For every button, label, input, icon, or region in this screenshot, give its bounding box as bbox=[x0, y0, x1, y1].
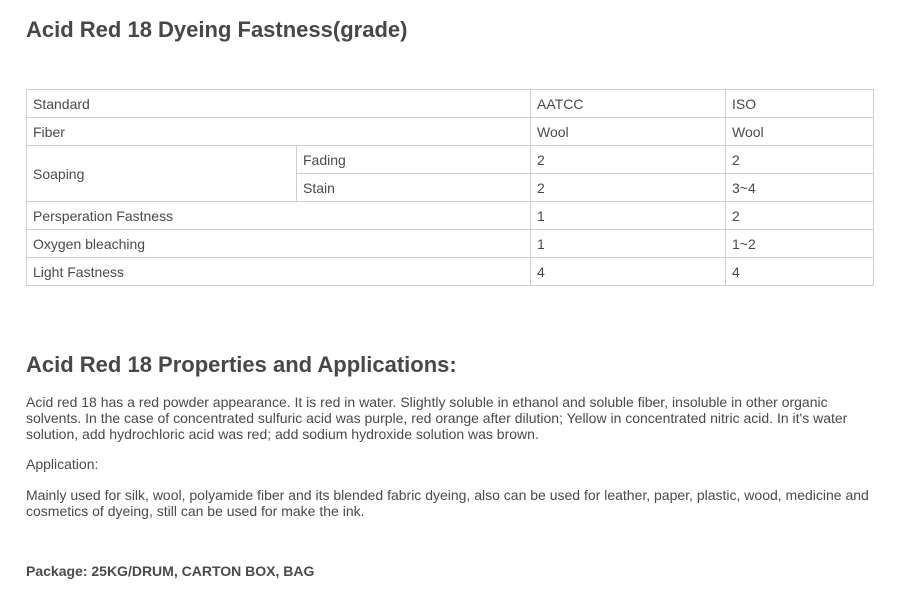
cell-oxygen-label: Oxygen bleaching bbox=[25, 229, 532, 258]
application-label: Application: bbox=[26, 456, 99, 472]
cell-soaping-label: Soaping bbox=[26, 145, 297, 202]
cell-light-label: Light Fastness bbox=[25, 257, 532, 286]
cell-fading-iso: 2 bbox=[725, 145, 875, 174]
table-row-perspiration: Persperation Fastness 1 2 bbox=[25, 201, 875, 230]
table-row-soaping-fading: Soaping Fading 2 2 bbox=[26, 145, 875, 202]
cell-stain-iso: 3~4 bbox=[725, 173, 875, 202]
properties-title: Acid Red 18 Properties and Applications: bbox=[26, 352, 457, 377]
cell-fiber-aatcc: Wool bbox=[530, 117, 727, 146]
cell-fading-aatcc: 2 bbox=[530, 145, 727, 174]
cell-perspiration-label: Persperation Fastness bbox=[25, 201, 532, 230]
fastness-title: Acid Red 18 Dyeing Fastness(grade) bbox=[26, 17, 408, 42]
cell-stain-label: Stain bbox=[295, 173, 532, 202]
cell-oxygen-iso: 1~2 bbox=[725, 229, 875, 258]
table-row-oxygen: Oxygen bleaching 1 1~2 bbox=[25, 229, 875, 258]
cell-fiber-label: Fiber bbox=[25, 117, 532, 146]
fastness-table: Standard AATCC ISO Fiber Wool Wool Soapi… bbox=[25, 89, 875, 286]
application-text: Mainly used for silk, wool, polyamide fi… bbox=[26, 487, 869, 519]
cell-perspiration-aatcc: 1 bbox=[530, 201, 727, 230]
cell-light-iso: 4 bbox=[725, 257, 875, 286]
cell-standard-label: Standard bbox=[25, 89, 532, 118]
cell-perspiration-iso: 2 bbox=[725, 201, 875, 230]
cell-light-aatcc: 4 bbox=[530, 257, 727, 286]
properties-description: Acid red 18 has a red powder appearance.… bbox=[26, 394, 848, 442]
table-row-light: Light Fastness 4 4 bbox=[25, 257, 875, 286]
table-row-standard: Standard AATCC ISO bbox=[25, 89, 875, 118]
cell-standard-iso: ISO bbox=[725, 89, 875, 118]
package-info: Package: 25KG/DRUM, CARTON BOX, BAG bbox=[26, 563, 315, 579]
cell-oxygen-aatcc: 1 bbox=[530, 229, 727, 258]
cell-fiber-iso: Wool bbox=[725, 117, 875, 146]
cell-fading-label: Fading bbox=[295, 145, 532, 174]
cell-standard-aatcc: AATCC bbox=[530, 89, 727, 118]
cell-stain-aatcc: 2 bbox=[530, 173, 727, 202]
table-row-fiber: Fiber Wool Wool bbox=[25, 117, 875, 146]
